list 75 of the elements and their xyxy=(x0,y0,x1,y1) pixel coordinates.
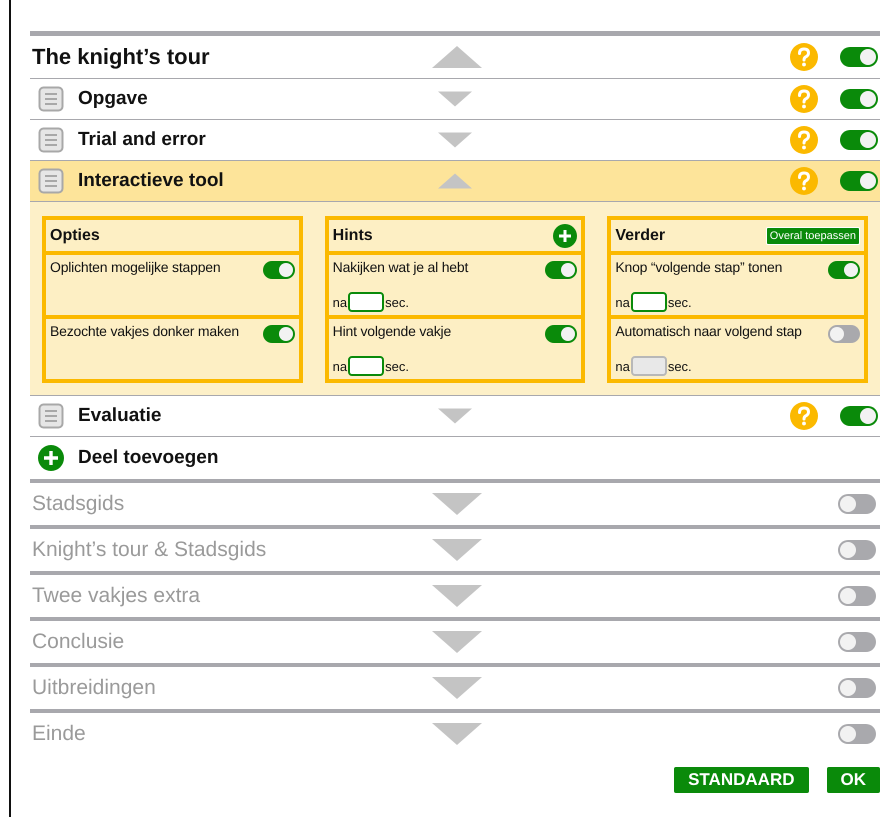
toggle-switch[interactable] xyxy=(838,724,876,744)
delay-prefix: na xyxy=(332,358,348,374)
toggle-switch[interactable] xyxy=(840,406,878,426)
delay-unit: sec. xyxy=(668,294,692,310)
section-title: Uitbreidingen xyxy=(32,676,157,700)
list-icon[interactable] xyxy=(38,168,64,194)
delay-unit: sec. xyxy=(385,358,409,374)
expand-arrow-icon[interactable] xyxy=(432,723,482,745)
dialog-button[interactable]: OK xyxy=(826,767,880,793)
option-label: Hint volgende vakje xyxy=(332,323,452,339)
toggle-switch[interactable] xyxy=(840,171,878,191)
expand-arrow-icon[interactable] xyxy=(432,493,482,515)
toggle-switch[interactable] xyxy=(838,540,876,560)
delay-prefix: na xyxy=(615,294,630,310)
add-part-link[interactable]: Deel toevoegen xyxy=(78,447,218,469)
toggle-switch[interactable] xyxy=(838,494,876,514)
help-icon[interactable] xyxy=(790,43,818,71)
delay-unit: sec. xyxy=(385,294,409,310)
toggle-switch[interactable] xyxy=(840,130,878,150)
help-icon[interactable] xyxy=(790,126,818,154)
option-label: Bezochte vakjes donker maken xyxy=(50,323,239,339)
expand-arrow-icon[interactable] xyxy=(432,539,482,561)
apply-everywhere-button[interactable]: Overal toepassen xyxy=(766,226,860,244)
expand-arrow-icon[interactable] xyxy=(432,585,482,607)
part-row[interactable]: Interactieve tool xyxy=(30,161,880,202)
help-icon[interactable] xyxy=(790,85,818,113)
list-icon[interactable] xyxy=(38,403,64,429)
part-title: Trial and error xyxy=(78,129,207,151)
collapse-arrow-icon[interactable] xyxy=(432,46,482,68)
delay-field[interactable] xyxy=(630,292,667,312)
collapse-arrow-icon[interactable] xyxy=(438,173,472,189)
option-label: Knop “volgende stap” tonen xyxy=(615,259,782,275)
toggle-switch[interactable] xyxy=(262,261,295,279)
list-icon[interactable] xyxy=(38,86,64,112)
tour-title: The knight’s tour xyxy=(32,44,211,70)
option-label: Automatisch naar volgend stap xyxy=(615,323,802,339)
section-title: Einde xyxy=(32,722,87,746)
part-title: Evaluatie xyxy=(78,405,162,427)
delay-field[interactable] xyxy=(348,292,384,312)
add-icon[interactable] xyxy=(553,224,578,248)
section-title: Knight’s tour & Stadsgids xyxy=(32,538,268,562)
group-title: Opties xyxy=(50,226,100,244)
toggle-switch[interactable] xyxy=(828,261,860,279)
delay-unit: sec. xyxy=(668,358,692,374)
group-title: Hints xyxy=(332,226,373,244)
delay-prefix: na xyxy=(615,358,630,374)
dialog-button[interactable]: STANDAARD xyxy=(674,767,808,793)
add-icon[interactable] xyxy=(38,445,64,471)
option-label: Oplichten mogelijke stappen xyxy=(50,259,220,275)
toggle-switch[interactable] xyxy=(838,586,876,606)
toggle-switch[interactable] xyxy=(838,678,876,698)
toggle-switch[interactable] xyxy=(545,325,578,343)
expand-arrow-icon[interactable] xyxy=(438,91,472,107)
toggle-switch[interactable] xyxy=(838,632,876,652)
section-title: Conclusie xyxy=(32,630,126,654)
help-icon[interactable] xyxy=(790,167,818,195)
option-label: Nakijken wat je al hebt xyxy=(332,259,468,275)
group-title: Verder xyxy=(615,226,666,244)
toggle-switch[interactable] xyxy=(545,261,578,279)
expand-arrow-icon[interactable] xyxy=(432,677,482,699)
list-icon[interactable] xyxy=(38,127,64,153)
section-title: Stadsgids xyxy=(32,492,126,516)
toggle-switch[interactable] xyxy=(840,89,878,109)
delay-field[interactable] xyxy=(348,356,384,376)
part-title: Opgave xyxy=(78,88,149,110)
toggle-switch[interactable] xyxy=(262,325,295,343)
toggle-switch[interactable] xyxy=(828,325,860,343)
toggle-switch[interactable] xyxy=(840,47,878,67)
delay-prefix: na xyxy=(332,294,348,310)
section-title: Twee vakjes extra xyxy=(32,584,202,608)
help-icon[interactable] xyxy=(790,402,818,430)
expand-arrow-icon[interactable] xyxy=(438,408,472,424)
expand-arrow-icon[interactable] xyxy=(432,631,482,653)
part-title: Interactieve tool xyxy=(78,170,225,192)
expand-arrow-icon[interactable] xyxy=(438,132,472,148)
